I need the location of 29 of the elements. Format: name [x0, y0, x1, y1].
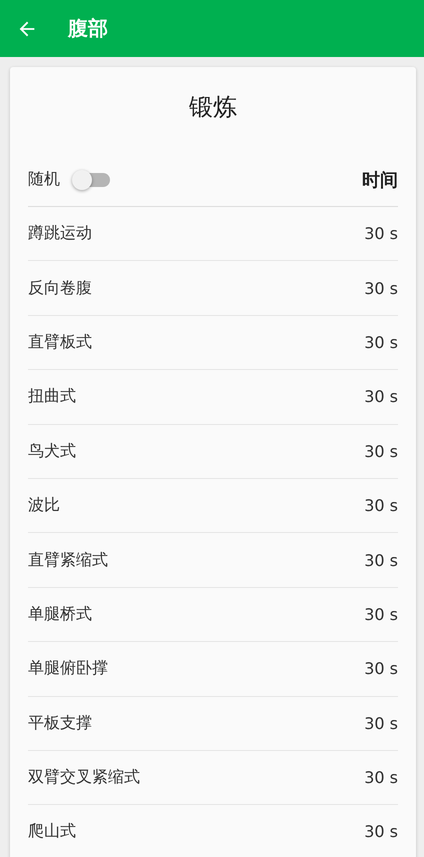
- random-toggle[interactable]: [74, 172, 110, 186]
- exercise-name: 直臂紧缩式: [28, 550, 108, 571]
- exercise-duration: 30 s: [364, 822, 398, 842]
- exercise-duration: 30 s: [364, 387, 398, 406]
- exercise-duration: 30 s: [364, 550, 398, 570]
- time-header: 时间: [362, 168, 398, 192]
- exercise-name: 扭曲式: [28, 386, 76, 408]
- exercise-duration: 30 s: [364, 659, 398, 678]
- page-title: 腹部: [68, 15, 108, 42]
- card-title: 锻炼: [188, 92, 238, 123]
- random-label: 随机: [28, 169, 60, 190]
- exercise-duration: 30 s: [364, 714, 398, 733]
- exercise-duration: 30 s: [364, 278, 398, 298]
- exercise-name: 双臂交叉紧缩式: [28, 767, 140, 788]
- exercise-name: 平板支撑: [28, 712, 92, 734]
- exercise-duration: 30 s: [364, 768, 398, 788]
- exercise-duration: 30 s: [364, 496, 398, 516]
- exercise-name: 单腿俯卧撑: [28, 658, 108, 680]
- exercise-duration: 30 s: [364, 224, 398, 244]
- exercise-name: 直臂板式: [28, 332, 92, 353]
- exercise-duration: 30 s: [364, 332, 398, 352]
- exercise-name: 单腿桥式: [28, 604, 92, 625]
- exercise-duration: 30 s: [364, 442, 398, 461]
- exercise-name: 爬山式: [28, 821, 76, 842]
- exercise-name: 蹲跳运动: [28, 223, 92, 244]
- exercise-name: 鸟犬式: [28, 440, 76, 462]
- exercise-name: 反向卷腹: [28, 278, 92, 299]
- exercise-duration: 30 s: [364, 604, 398, 624]
- exercise-name: 波比: [28, 495, 60, 516]
